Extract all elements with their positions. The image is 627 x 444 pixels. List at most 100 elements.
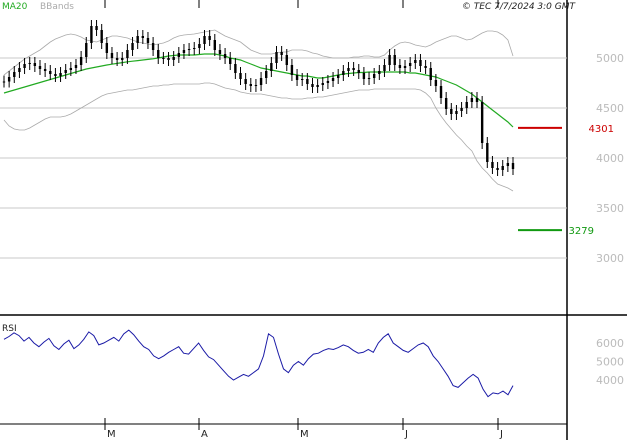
price-bar-body: [59, 73, 62, 76]
price-bar-body: [43, 69, 47, 71]
level-lines: 4301 3279: [518, 124, 614, 237]
price-bar-body: [187, 49, 191, 50]
price-bar-body: [434, 80, 438, 86]
price-bar-body: [218, 50, 222, 54]
price-bar-body: [424, 66, 427, 68]
price-bar-body: [259, 78, 263, 85]
price-bar-body: [321, 83, 324, 85]
price-bar-body: [311, 84, 314, 87]
price-bar-body: [121, 58, 124, 60]
price-bar-body: [470, 98, 474, 102]
price-bar-body: [249, 84, 252, 86]
price-bar-body: [372, 74, 376, 78]
price-bar-body: [367, 78, 371, 79]
stock-chart: 4301 3279 3000 3500 4000 4500 5000 4000 5000 600…: [0, 0, 627, 440]
price-bar-body: [429, 68, 432, 80]
price-bar-body: [234, 64, 237, 73]
price-bar-body: [223, 54, 227, 58]
rsi-tick-label: 6000: [596, 337, 624, 350]
price-bar-body: [28, 63, 31, 64]
legend-ma20: MA20: [2, 2, 28, 12]
price-bar-body: [378, 71, 381, 74]
price-bar-body: [157, 50, 160, 58]
price-bar-body: [444, 98, 448, 109]
price-bar-body: [193, 48, 196, 49]
price-bar-body: [110, 53, 114, 58]
price-bar-body: [213, 40, 216, 50]
price-bar-body: [496, 168, 499, 170]
month-label: J: [499, 429, 503, 440]
price-bar-body: [465, 102, 468, 108]
legend-bbands: BBands: [40, 2, 74, 12]
price-bar-body: [136, 36, 139, 43]
chart-frame: [0, 0, 627, 440]
price-bar-body: [331, 78, 335, 81]
price-bar-body: [146, 38, 150, 43]
price-bar-body: [172, 57, 175, 60]
price-tick-label: 3500: [596, 202, 624, 215]
price-bar-body: [342, 71, 345, 75]
price-bar-body: [398, 65, 402, 68]
rsi-panel: [3, 329, 514, 398]
price-tick-label: 3000: [596, 252, 624, 265]
price-bar-body: [38, 66, 42, 69]
price-bar-body: [336, 75, 340, 78]
bollinger-bands: [3, 29, 514, 192]
price-bar-body: [301, 79, 304, 80]
rsi-tick-label: 5000: [596, 356, 624, 369]
price-bar-body: [54, 74, 57, 76]
price-bar-body: [460, 108, 463, 111]
month-label: M: [300, 429, 309, 440]
price-bar-body: [347, 68, 350, 71]
price-bar-body: [326, 81, 330, 83]
price-bar-body: [85, 43, 88, 57]
price-bar-body: [177, 53, 181, 57]
price-tick-label: 4500: [596, 102, 624, 115]
price-bar-body: [182, 50, 186, 53]
price-bar-body: [105, 43, 109, 53]
price-bar-body: [64, 70, 67, 73]
price-bar-body: [486, 143, 489, 162]
price-bar-body: [480, 102, 484, 143]
rsi-label: RSI: [2, 324, 17, 334]
month-label: J: [404, 429, 408, 440]
price-bar-body: [7, 77, 11, 82]
price-bar-body: [511, 163, 515, 169]
price-bar-body: [239, 73, 242, 79]
price-bar-body: [69, 68, 73, 70]
price-bar-body: [33, 63, 37, 66]
bb-upper-line: [3, 29, 514, 76]
price-bar-body: [95, 26, 98, 30]
price-bar-body: [295, 75, 299, 80]
price-bar-body: [285, 55, 288, 65]
price-bar-body: [388, 55, 391, 65]
price-bar-body: [151, 43, 155, 50]
price-tick-label: 4000: [596, 152, 624, 165]
price-bar-body: [419, 60, 422, 66]
price-bar-body: [2, 81, 6, 83]
price-bar-body: [408, 63, 412, 66]
price-bar-body: [316, 85, 319, 87]
price-bar-body: [254, 85, 258, 86]
price-bar-body: [203, 36, 206, 44]
price-bar-body: [383, 65, 386, 71]
price-bar-body: [491, 162, 494, 168]
price-bar-body: [455, 111, 458, 114]
price-bar-body: [244, 79, 247, 84]
price-bar-body: [74, 65, 78, 68]
price-bar-body: [23, 64, 26, 68]
price-bar-body: [208, 36, 211, 40]
price-bar-body: [306, 79, 309, 84]
price-bar-body: [126, 50, 129, 58]
price-bar-body: [13, 72, 16, 77]
price-bar-body: [198, 44, 201, 48]
resistance-value-label: 4301: [589, 124, 614, 135]
price-bar-body: [290, 65, 294, 75]
rsi-tick-label: 4000: [596, 374, 624, 387]
price-bar-body: [18, 68, 21, 72]
price-bar-body: [475, 98, 479, 102]
rsi-line: [3, 329, 514, 398]
price-bar-body: [403, 66, 407, 68]
price-bar-body: [49, 71, 52, 74]
price-bar-body: [115, 58, 119, 60]
